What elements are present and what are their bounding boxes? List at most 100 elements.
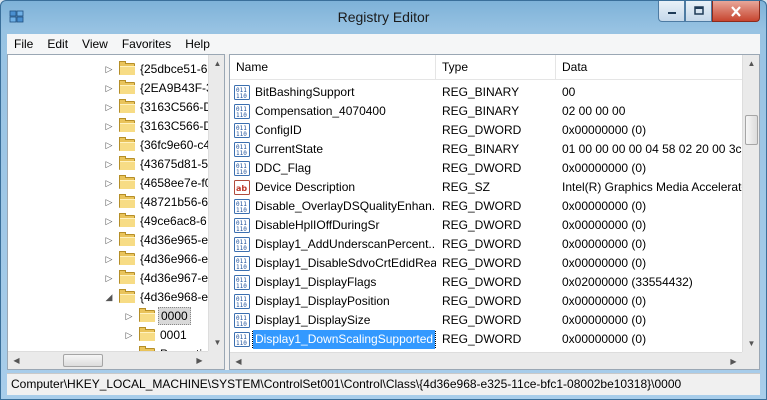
list-row[interactable]: 011 110 Display1_DisplayPosition REG_DWORD 0… bbox=[230, 292, 742, 311]
list-row[interactable]: 011 110 Display1_AddUnderscanPercent... REG… bbox=[230, 235, 742, 254]
value-name: DisableHplIOffDuringSr bbox=[255, 218, 380, 232]
tree-item[interactable]: ▷ {25dbce51-6 bbox=[104, 59, 208, 78]
tree-item[interactable]: ◢ {4d36e968-e bbox=[104, 287, 208, 306]
client-area: ▷ {25dbce51-6 ▷ {2EA9B43F-3 ▷ {3163C566-D ▷ {31… bbox=[7, 54, 760, 370]
tree-item[interactable]: ▷ 0001 bbox=[124, 325, 189, 344]
list-vertical-scroll-thumb[interactable] bbox=[745, 115, 758, 145]
list-horizontal-scrollbar[interactable]: ◀ ▶ bbox=[230, 352, 742, 369]
scroll-down-arrow-icon[interactable]: ▼ bbox=[743, 335, 759, 352]
value-name-cell: 011 110 Display1_AddUnderscanPercent... bbox=[234, 235, 436, 254]
value-data: 0x00000000 (0) bbox=[562, 199, 647, 213]
tree-item[interactable]: ▷ {36fc9e60-c4 bbox=[104, 135, 208, 154]
expand-arrow-icon[interactable]: ▷ bbox=[104, 273, 114, 283]
value-name: DDC_Flag bbox=[255, 161, 312, 175]
tree-items: ▷ {25dbce51-6 ▷ {2EA9B43F-3 ▷ {3163C566-D ▷ {31… bbox=[8, 55, 208, 351]
menu-file[interactable]: File bbox=[7, 34, 40, 54]
list-rows: 011 110 BitBashingSupport REG_BINARY 00 011 11… bbox=[230, 80, 742, 352]
tree-horizontal-scrollbar[interactable]: ◀ ▶ bbox=[8, 351, 208, 369]
menu-view[interactable]: View bbox=[75, 34, 115, 54]
tree-item-label: {25dbce51-6 bbox=[140, 61, 208, 76]
column-header-name[interactable]: Name bbox=[230, 55, 436, 80]
list-row[interactable]: 011 110 Disable_OverlayDSQualityEnhan... RE… bbox=[230, 197, 742, 216]
registry-values-list[interactable]: Name Type Data 011 110 BitBashingSupport RE… bbox=[229, 54, 760, 370]
scroll-right-arrow-icon[interactable]: ▶ bbox=[725, 353, 742, 369]
expand-arrow-icon[interactable]: ▷ bbox=[104, 140, 114, 150]
minimize-button[interactable] bbox=[658, 1, 685, 22]
scroll-up-arrow-icon[interactable]: ▲ bbox=[209, 55, 224, 72]
list-row[interactable]: 011 110 DisableHplIOffDuringSr REG_DWORD 0x0… bbox=[230, 216, 742, 235]
scroll-left-arrow-icon[interactable]: ◀ bbox=[230, 353, 247, 369]
scroll-down-arrow-icon[interactable]: ▼ bbox=[209, 334, 224, 351]
expand-arrow-icon[interactable]: ▷ bbox=[104, 102, 114, 112]
list-vertical-scrollbar[interactable]: ▲ ▼ bbox=[742, 55, 759, 352]
svg-text:110: 110 bbox=[236, 283, 247, 290]
scroll-left-arrow-icon[interactable]: ◀ bbox=[8, 352, 25, 369]
expand-arrow-icon[interactable]: ▷ bbox=[104, 197, 114, 207]
tree-item[interactable]: ▷ {4658ee7e-f0 bbox=[104, 173, 208, 192]
column-header-type[interactable]: Type bbox=[436, 55, 556, 80]
binary-value-icon: 011 110 bbox=[234, 256, 250, 271]
value-name: Device Description bbox=[255, 180, 356, 194]
tree-item[interactable]: Propertie bbox=[124, 344, 208, 351]
value-name-cell: 011 110 ConfigID bbox=[234, 121, 436, 140]
list-row[interactable]: 011 110 Display1_DisableSdvoCrtEdidRead REG… bbox=[230, 254, 742, 273]
tree-item[interactable]: ▷ 0000 bbox=[124, 306, 191, 325]
tree-horizontal-scroll-thumb[interactable] bbox=[63, 354, 103, 367]
expand-arrow-icon[interactable]: ▷ bbox=[104, 254, 114, 264]
menu-bar: File Edit View Favorites Help bbox=[7, 34, 760, 54]
list-row[interactable]: 011 110 Display1_DisplaySize REG_DWORD 0x000… bbox=[230, 311, 742, 330]
menu-favorites[interactable]: Favorites bbox=[115, 34, 178, 54]
registry-key-tree[interactable]: ▷ {25dbce51-6 ▷ {2EA9B43F-3 ▷ {3163C566-D ▷ {31… bbox=[7, 54, 225, 370]
list-row[interactable]: 011 110 Display1_DownScalingSupported REG_D… bbox=[230, 330, 742, 349]
expand-arrow-icon[interactable]: ▷ bbox=[104, 216, 114, 226]
column-header-data[interactable]: Data bbox=[556, 55, 742, 80]
svg-text:110: 110 bbox=[236, 245, 247, 252]
tree-item[interactable]: ▷ {3163C566-D bbox=[104, 116, 208, 135]
tree-item[interactable]: ▷ {3163C566-D bbox=[104, 97, 208, 116]
value-data: 01 00 00 00 00 04 58 02 20 00 3c 00 0 bbox=[562, 142, 742, 156]
expand-arrow-icon[interactable]: ▷ bbox=[104, 178, 114, 188]
expand-arrow-icon[interactable]: ▷ bbox=[124, 330, 134, 340]
svg-text:110: 110 bbox=[236, 226, 247, 233]
list-row[interactable]: 011 110 CurrentState REG_BINARY 01 00 00 00 … bbox=[230, 140, 742, 159]
expand-arrow-icon[interactable]: ▷ bbox=[104, 235, 114, 245]
expand-arrow-icon[interactable]: ▷ bbox=[104, 64, 114, 74]
tree-item[interactable]: ▷ {4d36e966-e bbox=[104, 249, 208, 268]
minimize-icon bbox=[667, 12, 676, 14]
list-row[interactable]: 011 110 Compensation_4070400 REG_BINARY 02 0… bbox=[230, 102, 742, 121]
binary-value-icon: 011 110 bbox=[234, 161, 250, 176]
tree-item[interactable]: ▷ {48721b56-6 bbox=[104, 192, 208, 211]
value-name: Display1_DisableSdvoCrtEdidRead bbox=[255, 256, 436, 270]
svg-text:110: 110 bbox=[236, 340, 247, 347]
list-row[interactable]: 011 110 BitBashingSupport REG_BINARY 00 bbox=[230, 83, 742, 102]
list-row[interactable]: 011 110 Display1_DisplayFlags REG_DWORD 0x02… bbox=[230, 273, 742, 292]
menu-help[interactable]: Help bbox=[178, 34, 217, 54]
tree-item[interactable]: ▷ {4d36e965-e bbox=[104, 230, 208, 249]
binary-value-icon: 011 110 bbox=[234, 104, 250, 119]
tree-item[interactable]: ▷ {43675d81-5 bbox=[104, 154, 208, 173]
tree-item-label: {36fc9e60-c4 bbox=[140, 137, 208, 152]
tree-item-label: {49ce6ac8-6 bbox=[140, 213, 207, 228]
scroll-right-arrow-icon[interactable]: ▶ bbox=[191, 352, 208, 369]
expand-arrow-icon[interactable]: ▷ bbox=[124, 311, 134, 321]
menu-edit[interactable]: Edit bbox=[40, 34, 75, 54]
value-name: ConfigID bbox=[255, 123, 302, 137]
scroll-up-arrow-icon[interactable]: ▲ bbox=[743, 55, 759, 72]
expand-arrow-icon[interactable]: ▷ bbox=[104, 83, 114, 93]
maximize-button[interactable] bbox=[685, 1, 712, 22]
tree-item[interactable]: ▷ {4d36e967-e bbox=[104, 268, 208, 287]
tree-item[interactable]: ▷ {49ce6ac8-6 bbox=[104, 211, 208, 230]
list-row[interactable]: 011 110 ConfigID REG_DWORD 0x00000000 (0) bbox=[230, 121, 742, 140]
value-type: REG_DWORD bbox=[442, 199, 522, 213]
tree-item[interactable]: ▷ {2EA9B43F-3 bbox=[104, 78, 208, 97]
tree-vertical-scrollbar[interactable]: ▲ ▼ bbox=[208, 55, 224, 351]
expand-arrow-icon[interactable]: ▷ bbox=[104, 121, 114, 131]
list-row[interactable]: 011 110 DDC_Flag REG_DWORD 0x00000000 (0) bbox=[230, 159, 742, 178]
collapse-arrow-icon[interactable]: ◢ bbox=[104, 292, 114, 302]
list-row[interactable]: ab Device Description REG_SZ Intel(R) Graph… bbox=[230, 178, 742, 197]
title-bar[interactable]: Registry Editor bbox=[1, 1, 766, 33]
expand-arrow-icon[interactable]: ▷ bbox=[104, 159, 114, 169]
folder-icon bbox=[119, 194, 135, 208]
close-button[interactable] bbox=[712, 1, 760, 22]
value-name: Disable_OverlayDSQualityEnhan... bbox=[255, 199, 436, 213]
